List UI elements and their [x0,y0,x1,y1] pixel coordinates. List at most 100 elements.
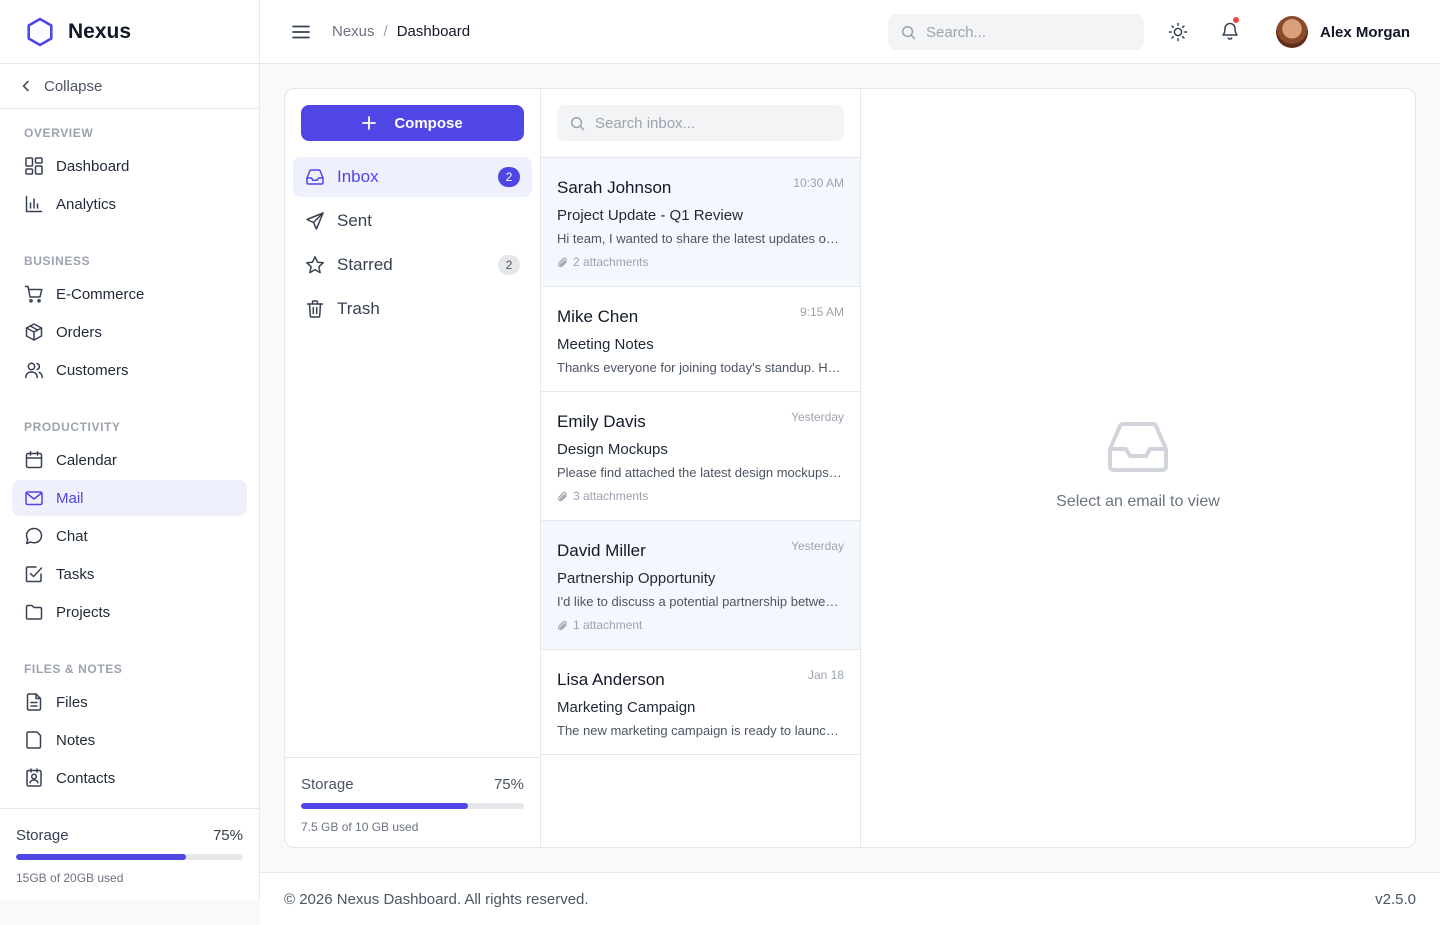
storage-label: Storage [16,827,69,844]
top-header: Nexus / Dashboard Alex Morgan [260,0,1440,64]
email-list-item[interactable]: Mike Chen 9:15 AM Meeting Notes Thanks ever… [541,287,860,392]
sidebar-item-orders[interactable]: Orders [12,314,247,350]
folder-inbox[interactable]: Inbox 2 [293,157,532,197]
email-sender: Lisa Anderson [557,670,665,689]
brand-name: Nexus [68,19,132,43]
inbox-search-input[interactable] [595,114,795,132]
sidebar-item-analytics[interactable]: Analytics [12,186,247,222]
tasks-icon [25,566,43,583]
sidebar-item-label: Dashboard [56,157,130,175]
chat-icon [25,527,43,545]
folder-label: Inbox [337,167,379,186]
folder-label: Sent [337,211,372,230]
cart-icon [24,285,43,303]
sidebar-item-customers[interactable]: Customers [12,352,247,388]
email-attachments: 3 attachments [557,489,844,503]
brand[interactable]: Nexus [0,0,259,64]
sun-icon [1168,22,1188,42]
folder-count-badge: 2 [498,255,520,275]
sidebar-storage: Storage 75% 15GB of 20GB used [0,808,259,900]
email-list: Sarah Johnson 10:30 AM Project Update - Q1… [541,158,860,755]
storage-detail: 15GB of 20GB used [16,871,124,885]
inbox-icon [306,169,324,185]
sidebar-item-chat[interactable]: Chat [12,518,247,554]
global-search [888,14,1144,50]
search-icon [570,116,585,130]
notification-dot [1232,16,1240,24]
compose-button[interactable]: Compose [301,105,524,141]
nav-section-overview: Overview Dashboard Analytics [12,121,247,222]
sidebar-item-label: Files [56,693,88,711]
sidebar-nav: Overview Dashboard Analytics Business E-Comm… [0,109,259,796]
sidebar-item-notes[interactable]: Notes [12,722,247,758]
sidebar-item-contacts[interactable]: Contacts [12,760,247,796]
collapse-button[interactable]: Collapse [0,64,259,109]
email-preview: I'd like to discuss a potential partners… [557,594,844,609]
note-icon [26,731,42,749]
email-subject: Design Mockups [557,441,668,458]
email-list-item[interactable]: David Miller Yesterday Partnership Opportu… [541,521,860,650]
sidebar-item-e-commerce[interactable]: E-Commerce [12,276,247,312]
breadcrumb-current: Dashboard [396,23,471,40]
sidebar-item-label: E-Commerce [56,285,145,303]
copyright-text: © 2026 Nexus Dashboard. All rights reser… [284,890,589,908]
email-list-item[interactable]: Lisa Anderson Jan 18 Marketing Campaign The… [541,650,860,755]
sidebar-item-dashboard[interactable]: Dashboard [12,148,247,184]
hamburger-icon [292,25,310,38]
folder-count-badge: 2 [498,167,520,187]
mail-storage-percent: 75% [493,776,524,793]
sidebar-item-label: Notes [56,731,96,749]
email-time: Jan 18 [807,668,844,682]
empty-state: Select an email to view [861,421,1415,511]
footer: © 2026 Nexus Dashboard. All rights reser… [260,872,1440,925]
sidebar-item-mail[interactable]: Mail [12,480,247,516]
theme-toggle-button[interactable] [1168,21,1188,43]
avatar [1276,16,1308,48]
menu-toggle-button[interactable] [292,25,310,39]
global-search-input[interactable] [926,23,1126,41]
folder-starred[interactable]: Starred 2 [293,245,532,285]
nav-section-files-notes: Files & Notes Files Notes Contacts [12,650,247,796]
nav-section-productivity: Productivity Calendar Mail Chat Tasks Project… [12,408,247,630]
sidebar: Nexus Collapse Overview Dashboard Analytic… [0,0,260,900]
sidebar-item-label: Orders [56,323,102,341]
star-icon [306,256,324,274]
user-menu[interactable]: Alex Morgan [1276,16,1410,48]
mail-storage-bar-fill [301,803,469,809]
email-preview: The new marketing campaign is ready to l… [557,723,844,738]
sidebar-item-label: Mail [56,489,84,507]
notifications-button[interactable] [1220,16,1240,42]
bar-chart-icon [25,195,43,213]
breadcrumb-separator: / [383,23,388,40]
sidebar-item-files[interactable]: Files [12,684,247,720]
sidebar-item-tasks[interactable]: Tasks [12,556,247,592]
email-subject: Project Update - Q1 Review [557,207,743,224]
email-attachments: 1 attachment [557,618,844,632]
chevron-left-icon [22,80,29,92]
folder-sent[interactable]: Sent [293,201,532,241]
email-time: 9:15 AM [799,305,844,319]
email-list-panel: Sarah Johnson10:30 AMProject Update - Q1… [541,89,861,847]
send-icon [306,212,324,230]
mail-storage-bar [301,803,524,809]
sidebar-item-label: Contacts [56,769,116,787]
package-icon [25,323,43,341]
breadcrumb-root[interactable]: Nexus [332,23,375,40]
storage-percent: 75% [212,827,243,844]
folder-list: Inbox 2 Sent Starred 2 Trash [293,157,532,333]
sidebar-item-projects[interactable]: Projects [12,594,247,630]
empty-state-message: Select an email to view [1056,493,1220,510]
nav-section-title: Productivity [24,420,121,434]
email-list-item[interactable]: Emily Davis Yesterday Design Mockups Please… [541,392,860,521]
users-icon [25,362,43,379]
paperclip-icon [557,491,567,501]
folder-trash[interactable]: Trash [293,289,532,329]
email-preview: Thanks everyone for joining today's stan… [557,360,844,375]
storage-bar [16,854,243,860]
collapse-label: Collapse [44,77,103,95]
version-text: v2.5.0 [1375,890,1416,908]
attachment-count: 1 attachment [573,618,643,632]
email-list-item[interactable]: Sarah Johnson 10:30 AM Project Update - Q1… [541,158,860,287]
sidebar-item-calendar[interactable]: Calendar [12,442,247,478]
trash-icon [306,300,324,318]
